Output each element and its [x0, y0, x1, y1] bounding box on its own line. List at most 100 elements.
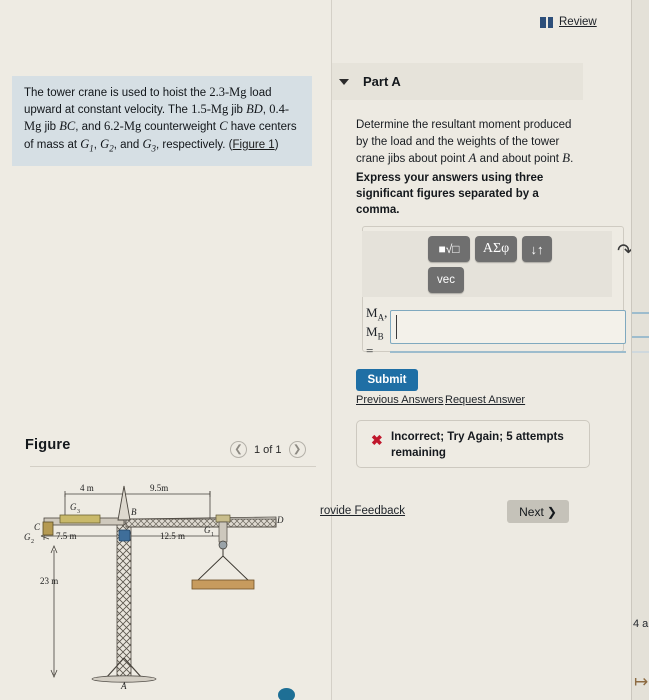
sliver-input-line-2	[632, 336, 649, 338]
jib1-mass: 1.5-Mg	[191, 102, 229, 117]
hook-pulley	[218, 540, 228, 550]
math-toolbar: ■√□ ΑΣφ ↓↑ vec ↶	[362, 231, 633, 297]
label-comma: ,	[384, 305, 388, 320]
question-text-4: , respectively. (	[156, 138, 233, 151]
counterweight-block	[59, 514, 101, 524]
submit-button[interactable]: Submit	[356, 369, 418, 391]
dim-75m-label: 7.5 m	[56, 531, 77, 541]
label-G2-group: G 2	[24, 532, 34, 545]
sub-superscript-button[interactable]: ↓↑	[522, 236, 552, 262]
sep-2: , and	[75, 121, 105, 134]
previous-answers-link[interactable]: Previous Answers	[356, 394, 443, 406]
label-G3-group: G 3	[70, 502, 80, 515]
crane-apex	[117, 485, 131, 521]
counterweight-label: counterweight	[141, 121, 220, 134]
point-C-label: C	[34, 522, 41, 532]
suspended-load	[191, 579, 255, 590]
prompt-text-3: .	[570, 153, 574, 165]
sliver-text: 4 a	[633, 618, 649, 630]
crane-mast	[116, 521, 132, 680]
jib1-label: jib	[228, 104, 247, 117]
dim-4m-label: 4 m	[80, 483, 94, 493]
tower-crane-figure: 4 m 9.5m 7.5 m 12.5 m 23 m A D C B G 3 G…	[24, 483, 284, 691]
part-a-title: Part A	[363, 74, 401, 89]
prompt-point-b: B	[562, 150, 571, 165]
point-c: C	[219, 119, 228, 134]
figure-divider	[30, 466, 316, 467]
label-ma: M	[366, 305, 378, 320]
math-template-button[interactable]: ■√□	[428, 236, 470, 262]
label-g1: G	[80, 136, 90, 151]
question-statement: The tower crane is used to hoist the 2.3…	[12, 76, 312, 167]
sliver-input-line-3	[632, 351, 649, 353]
vector-button[interactable]: vec	[428, 267, 464, 293]
part-a-header[interactable]: Part A	[332, 63, 583, 100]
feedback-text: Incorrect; Try Again; 5 attempts remaini…	[391, 431, 564, 459]
label-mb: M	[366, 324, 378, 340]
g2-letter: G	[24, 532, 31, 542]
feedback-banner: ✖ Incorrect; Try Again; 5 attempts remai…	[356, 420, 590, 468]
dim-75m-line	[40, 522, 125, 556]
label-g2: G	[100, 136, 110, 151]
chevron-right-icon: ❯	[546, 504, 557, 519]
dim-23m-label: 23 m	[40, 576, 58, 586]
review-link[interactable]: Review	[540, 16, 597, 28]
point-bd: BD	[246, 102, 263, 117]
sliver-input-line-1	[632, 312, 649, 314]
dim-125m-label: 12.5 m	[160, 531, 185, 541]
book-icon	[540, 16, 553, 28]
left-panel: The tower crane is used to hoist the 2.3…	[0, 0, 331, 700]
figure-next-button[interactable]: ❯	[288, 441, 306, 458]
dim-23m-line	[50, 544, 58, 679]
request-answer-link[interactable]: Request Answer	[445, 394, 525, 406]
dim-95m-label: 9.5m	[150, 483, 168, 493]
hoist-block	[218, 521, 228, 543]
question-text-5: )	[274, 138, 279, 151]
figure-page-label: 1 of 1	[254, 443, 282, 456]
figure-pager: ❮ 1 of 1 ❯	[230, 441, 306, 458]
point-D-label: D	[276, 515, 284, 525]
x-mark-icon: ✖	[371, 432, 383, 448]
jib2-label: jib	[41, 121, 60, 134]
g1-letter: G	[204, 525, 211, 535]
label-equals: =	[366, 343, 374, 359]
label-g2-sub: 2	[109, 143, 114, 154]
page-root: The tower crane is used to hoist the 2.3…	[0, 0, 649, 700]
g2-sub: 2	[31, 539, 34, 545]
question-prompt: Determine the resultant moment produced …	[356, 117, 586, 168]
jib-BD	[125, 518, 277, 528]
figure-1-link[interactable]: Figure 1	[233, 139, 275, 151]
review-label: Review	[559, 16, 597, 28]
question-text-1: The tower crane is used to hoist the	[24, 87, 210, 99]
answer-input[interactable]	[390, 310, 626, 344]
figure-heading: Figure	[25, 437, 71, 453]
answer-instruction: Express your answers using three signifi…	[356, 172, 544, 217]
answer-variable-label: MA, MB =	[366, 306, 387, 358]
bottom-indicator-dot	[278, 688, 295, 700]
label-g1-sub: 1	[89, 143, 94, 154]
point-bc: BC	[59, 119, 76, 134]
greek-symbols-button[interactable]: ΑΣφ	[475, 236, 517, 262]
label-mb-sub: B	[377, 331, 384, 342]
g3-letter: G	[70, 502, 77, 512]
point-B-label: B	[131, 507, 137, 517]
g1-sub: 1	[211, 532, 214, 538]
provide-feedback-link[interactable]: rovide Feedback	[320, 505, 405, 517]
right-panel: Review Part A Determine the resultant mo…	[320, 0, 633, 700]
answer-underline	[390, 351, 626, 353]
counterweight-C	[42, 521, 54, 536]
figure-prev-button[interactable]: ❮	[230, 441, 247, 458]
prompt-text-2: and about point	[476, 153, 563, 165]
next-button[interactable]: Next ❯	[507, 500, 569, 523]
caret-down-icon[interactable]	[339, 78, 349, 85]
point-A-label: A	[120, 681, 127, 691]
g3-sub: 3	[77, 509, 80, 515]
text-cursor	[396, 315, 397, 339]
operator-cab	[118, 529, 131, 542]
sling-ropes	[195, 555, 251, 583]
next-page-sliver: 4 a ↦	[631, 0, 649, 700]
sliver-arrow-icon: ↦	[634, 672, 649, 691]
dim-95m-line	[123, 491, 211, 520]
label-g3: G	[142, 136, 152, 151]
load-mass: 2.3-Mg	[209, 85, 247, 99]
